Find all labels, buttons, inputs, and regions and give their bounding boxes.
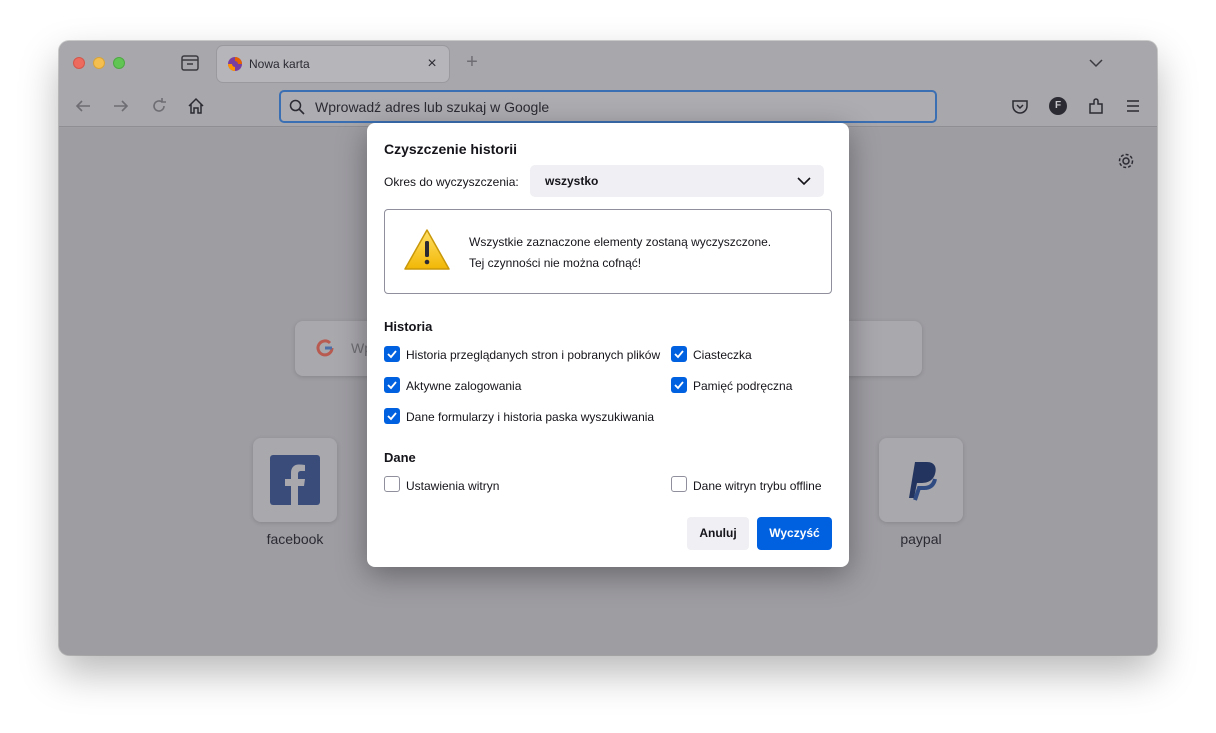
shortcut-label-facebook: facebook <box>266 531 324 547</box>
tab-list-icon[interactable] <box>179 53 201 73</box>
warning-text-line2: Tej czynności nie można cofnąć! <box>469 256 642 270</box>
shortcut-label-paypal: paypal <box>900 531 942 547</box>
url-placeholder: Wprowadź adres lub szukaj w Google <box>315 99 550 115</box>
label-browsing-history: Historia przeglądanych stron i pobranych… <box>406 348 661 362</box>
shortcut-paypal[interactable] <box>879 438 963 522</box>
plus-icon[interactable]: + <box>462 52 482 72</box>
checkmark-icon <box>674 350 684 359</box>
checkbox-cookies[interactable] <box>671 346 687 362</box>
clear-history-dialog: Czyszczenie historii Okres do wyczyszcze… <box>367 123 849 567</box>
checkbox-form-history[interactable] <box>384 408 400 424</box>
chevron-down-icon[interactable] <box>1087 54 1105 72</box>
back-icon[interactable] <box>73 96 93 116</box>
range-select-value: wszystko <box>545 174 599 188</box>
search-icon <box>289 99 305 115</box>
checkmark-icon <box>674 381 684 390</box>
gear-icon[interactable] <box>1117 152 1135 170</box>
history-section-title: Historia <box>384 319 433 334</box>
account-avatar[interactable]: F <box>1049 97 1067 115</box>
label-cache: Pamięć podręczna <box>693 379 793 393</box>
dialog-title: Czyszczenie historii <box>384 141 518 157</box>
nav-toolbar: Wprowadź adres lub szukaj w Google F <box>59 85 1157 127</box>
close-icon[interactable]: × <box>423 55 441 73</box>
checkbox-site-settings[interactable] <box>384 476 400 492</box>
tab-new-tab[interactable]: Nowa karta × <box>217 46 449 82</box>
checkbox-offline-data[interactable] <box>671 476 687 492</box>
checkmark-icon <box>387 350 397 359</box>
tab-title: Nowa karta <box>249 57 310 71</box>
label-active-logins: Aktywne zalogowania <box>406 379 522 393</box>
data-section-title: Dane <box>384 450 416 465</box>
warning-box: Wszystkie zaznaczone elementy zostaną wy… <box>384 209 832 294</box>
minimize-window-button[interactable] <box>93 57 105 69</box>
chevron-down-icon <box>796 174 812 188</box>
label-form-history: Dane formularzy i historia paska wyszuki… <box>406 410 655 424</box>
cancel-button[interactable]: Anuluj <box>687 517 749 550</box>
warning-icon <box>403 228 451 272</box>
tab-bar: Nowa karta × + <box>59 41 1157 85</box>
label-offline-data: Dane witryn trybu offline <box>693 479 822 493</box>
reload-icon[interactable] <box>149 96 169 116</box>
label-site-settings: Ustawienia witryn <box>406 479 500 493</box>
home-icon[interactable] <box>186 96 206 116</box>
checkbox-browsing-history[interactable] <box>384 346 400 362</box>
label-cookies: Ciasteczka <box>693 348 752 362</box>
url-bar[interactable]: Wprowadź adres lub szukaj w Google <box>279 90 937 123</box>
forward-icon[interactable] <box>111 96 131 116</box>
paypal-icon <box>903 458 939 502</box>
range-label: Okres do wyczyszczenia: <box>384 175 519 189</box>
close-window-button[interactable] <box>73 57 85 69</box>
shortcut-facebook[interactable] <box>253 438 337 522</box>
extensions-icon[interactable] <box>1086 96 1106 116</box>
facebook-icon <box>270 455 320 505</box>
checkbox-cache[interactable] <box>671 377 687 393</box>
menu-icon[interactable] <box>1123 96 1143 116</box>
zoom-window-button[interactable] <box>113 57 125 69</box>
google-icon <box>315 338 335 358</box>
checkbox-active-logins[interactable] <box>384 377 400 393</box>
checkmark-icon <box>387 412 397 421</box>
firefox-icon <box>227 56 243 72</box>
range-select[interactable]: wszystko <box>530 165 824 197</box>
clear-now-button[interactable]: Wyczyść <box>757 517 832 550</box>
checkmark-icon <box>387 381 397 390</box>
pocket-icon[interactable] <box>1010 96 1030 116</box>
warning-text-line1: Wszystkie zaznaczone elementy zostaną wy… <box>469 235 772 249</box>
